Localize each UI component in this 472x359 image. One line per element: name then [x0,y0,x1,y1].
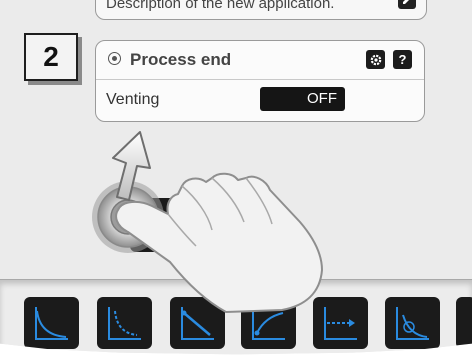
step-number-badge: 2 [24,33,78,81]
hidden-tile[interactable] [130,198,182,252]
process-end-card: Process end ? Venting OFF [95,40,425,122]
venting-toggle-value: OFF [307,90,337,107]
dock-tile-2[interactable] [97,297,152,349]
dock-tile-1[interactable] [24,297,79,349]
card-title: Process end [130,50,232,69]
arrow-line-icon [324,307,357,340]
dock-tile-4[interactable] [241,297,296,349]
settings-button[interactable] [366,50,385,69]
description-text: Description of the new application. [106,0,335,12]
gear-icon [370,54,381,65]
linear-decrease-icon [181,307,214,340]
dock-tile-5[interactable] [313,297,368,349]
curve-dock [0,279,472,355]
edit-icon[interactable] [398,0,416,9]
dashed-decay-curve-icon [108,307,141,340]
dock-tile-6[interactable] [385,297,440,349]
card-header: Process end ? [96,41,424,80]
dock-tile-7[interactable] [456,297,472,349]
venting-toggle[interactable]: OFF [260,87,345,111]
target-curve-icon [396,307,429,340]
rise-curve-icon [252,307,285,340]
exponential-curve-icon [35,307,68,340]
description-card[interactable]: Description of the new application. [95,0,427,20]
radio-icon[interactable] [108,52,121,65]
help-button[interactable]: ? [393,50,412,69]
venting-label: Venting [106,91,160,108]
dock-tile-3[interactable] [170,297,225,349]
